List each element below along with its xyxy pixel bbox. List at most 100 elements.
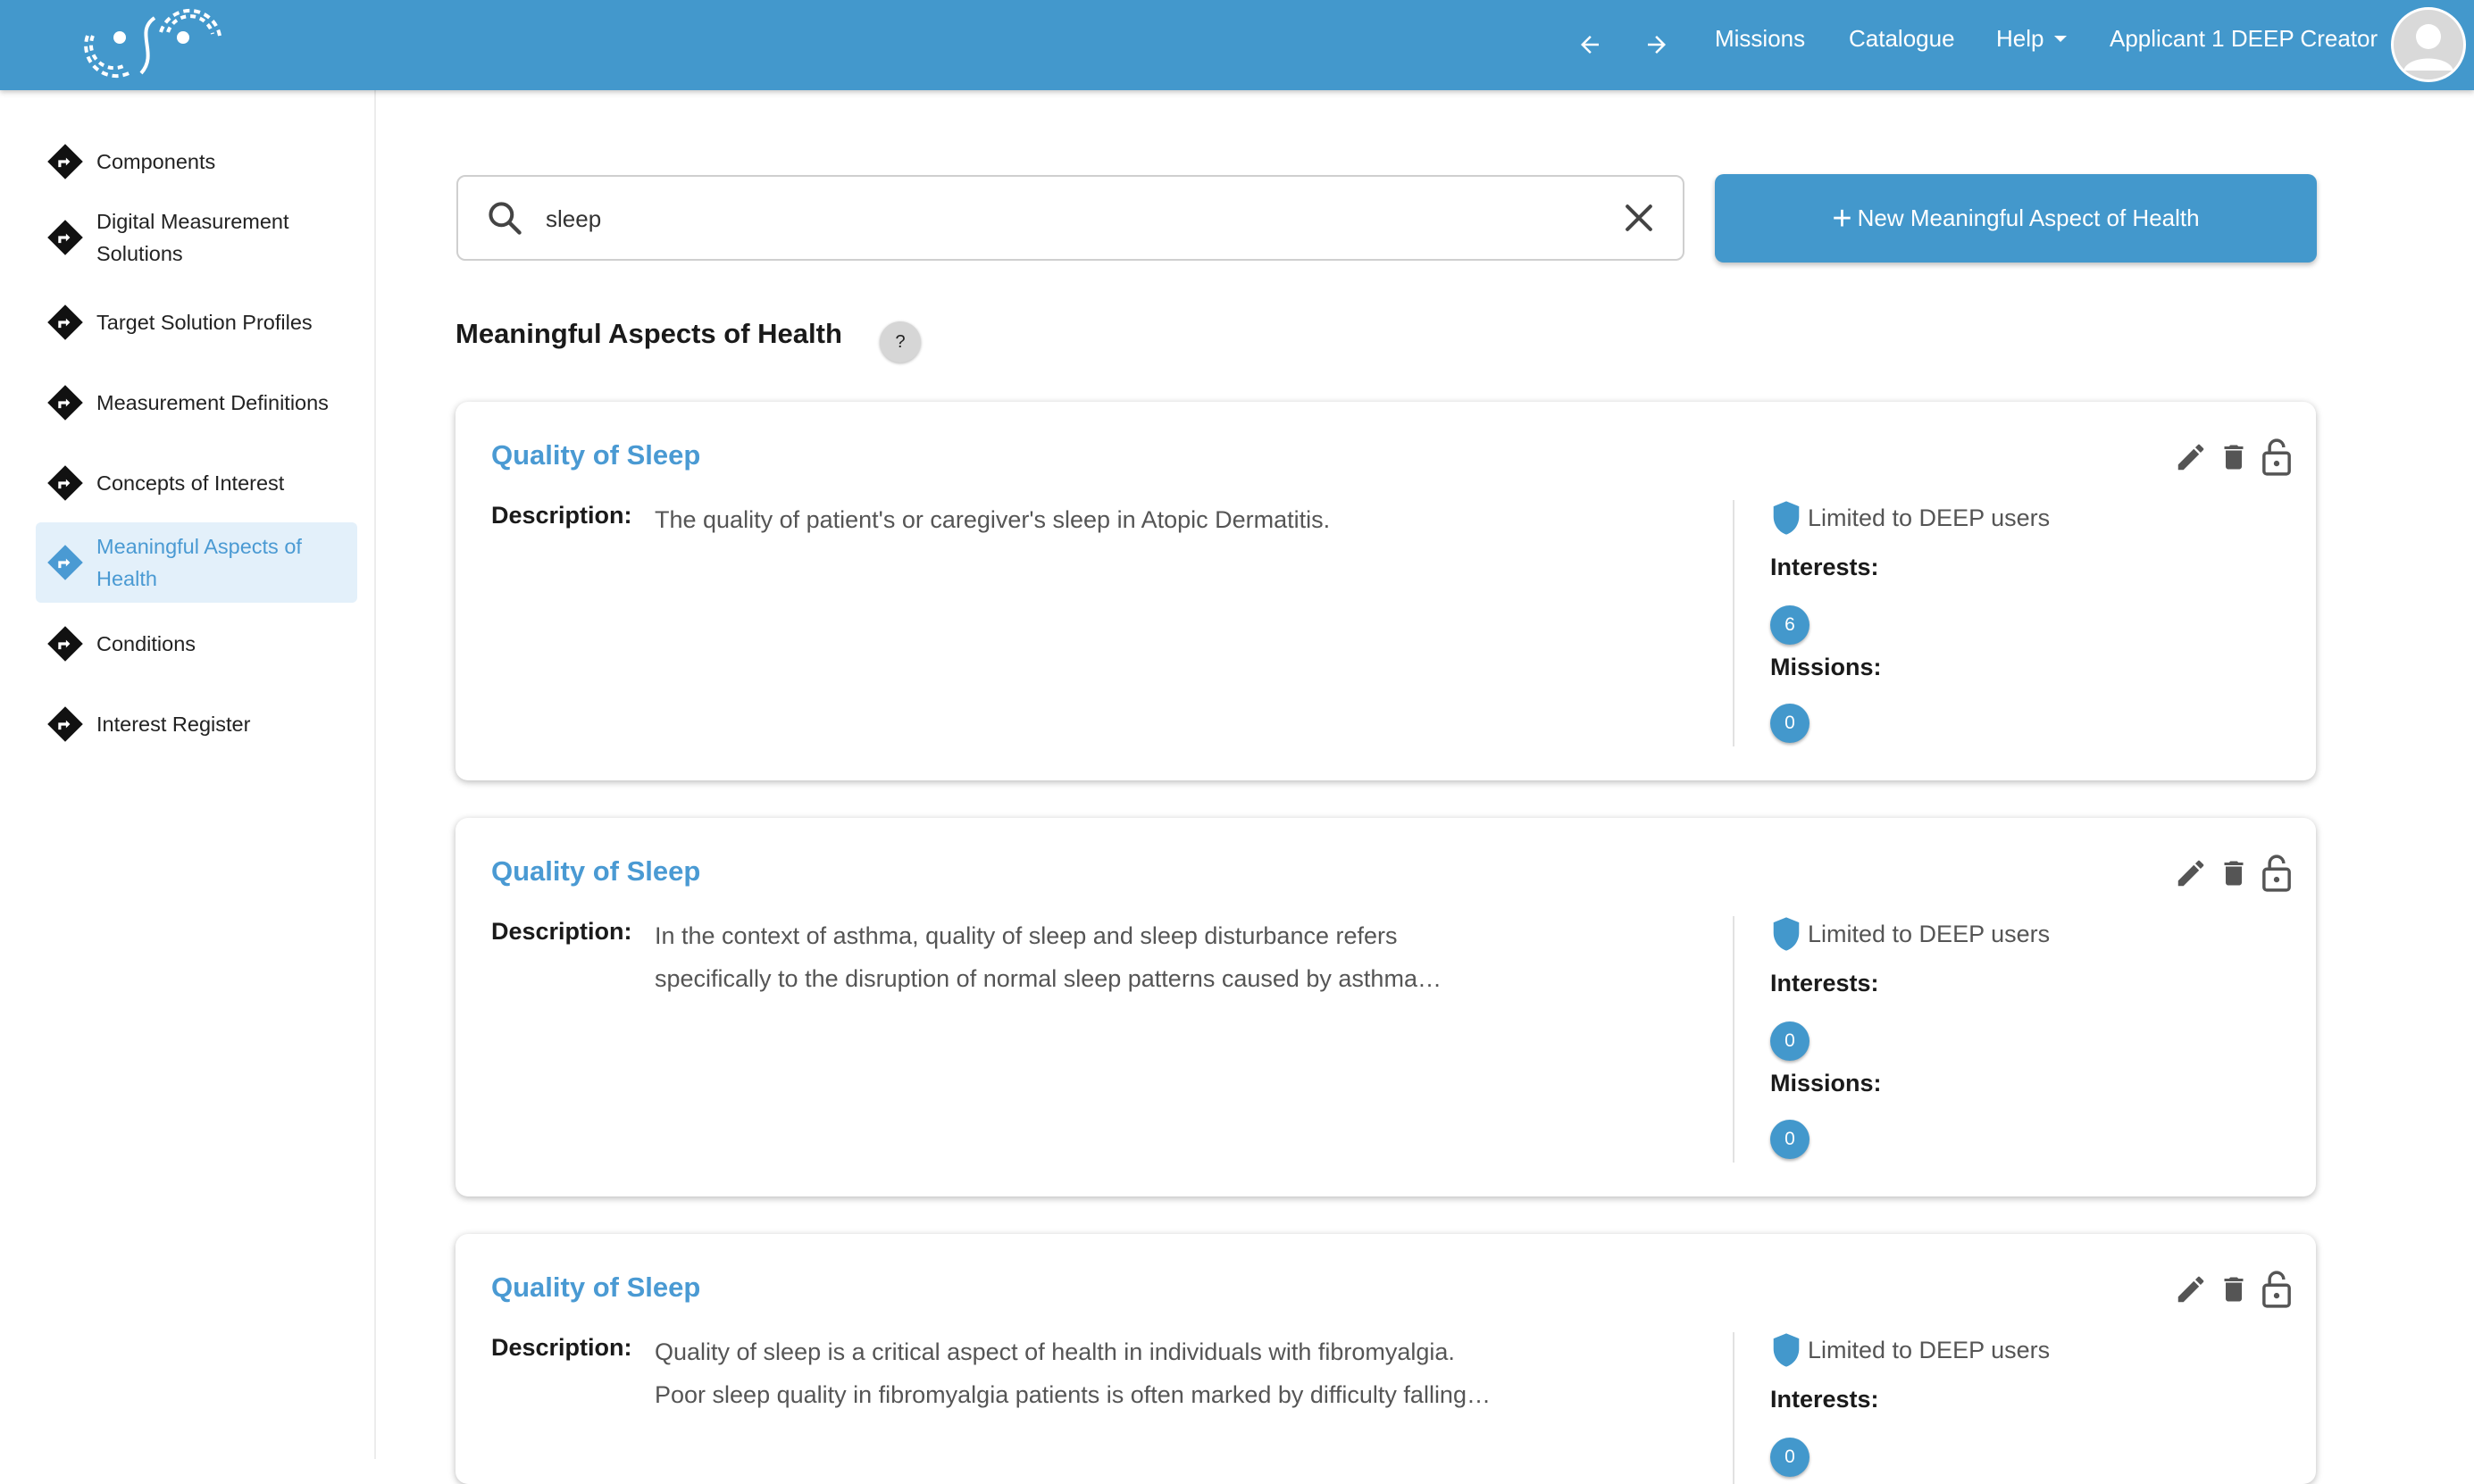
diamond-turn-right-icon: [47, 385, 83, 421]
sidebar-item-label: Target Solution Profiles: [96, 311, 313, 334]
nav-help-dropdown[interactable]: Help: [1996, 0, 2068, 77]
sidebar-item-digital-measurement-solutions[interactable]: Digital Measurement Solutions: [36, 201, 357, 274]
new-button-label: New Meaningful Aspect of Health: [1857, 204, 2200, 231]
card-title[interactable]: Quality of Sleep: [491, 855, 700, 888]
sidebar-item-target-solution-profiles[interactable]: Target Solution Profiles: [36, 299, 357, 346]
forward-button[interactable]: [1632, 20, 1682, 70]
edit-button[interactable]: [2173, 438, 2209, 477]
diamond-turn-right-icon: [47, 626, 83, 662]
sidebar-item-conditions[interactable]: Conditions: [36, 621, 357, 667]
sidebar: Components Digital Measurement Solutions…: [0, 90, 376, 1459]
edit-button[interactable]: [2173, 1270, 2209, 1309]
description-line: specifically to the disruption of normal…: [655, 965, 1442, 992]
maoh-card: Quality of Sleep Description: In the con…: [456, 818, 2316, 1196]
unlock-icon: [2262, 855, 2291, 892]
missions-count-badge[interactable]: 0: [1770, 1120, 1810, 1159]
search-icon: [489, 202, 522, 235]
interests-count-badge[interactable]: 6: [1770, 605, 1810, 645]
missions-label: Missions:: [1770, 654, 1882, 680]
card-divider: [1733, 916, 1734, 1163]
page-title: Meaningful Aspects of Health: [456, 318, 842, 349]
card-actions: [2173, 854, 2294, 893]
pencil-icon: [2177, 860, 2204, 887]
description-label: Description:: [491, 1334, 632, 1361]
pencil-icon: [2177, 444, 2204, 471]
unlock-icon: [2262, 1271, 2291, 1308]
close-icon[interactable]: [1619, 198, 1659, 238]
new-meaningful-aspect-button[interactable]: + New Meaningful Aspect of Health: [1715, 174, 2317, 263]
description-text: The quality of patient's or caregiver's …: [655, 498, 1548, 541]
lock-button[interactable]: [2259, 854, 2294, 893]
shield-icon: [1773, 1333, 1800, 1367]
arrow-right-icon: [1648, 36, 1666, 54]
card-divider: [1733, 500, 1734, 746]
interests-count-badge[interactable]: 0: [1770, 1438, 1810, 1477]
user-name[interactable]: Applicant 1 DEEP Creator: [2110, 0, 2378, 77]
nav-help-label: Help: [1996, 25, 2044, 52]
access-status-label: Limited to DEEP users: [1808, 504, 2051, 531]
lock-button[interactable]: [2259, 1270, 2294, 1309]
diamond-turn-right-icon: [47, 144, 83, 179]
delete-button[interactable]: [2216, 438, 2252, 477]
missions-count-badge[interactable]: 0: [1770, 704, 1810, 743]
trash-icon: [2224, 861, 2244, 886]
description-label: Description:: [491, 918, 632, 945]
card-divider: [1733, 1332, 1734, 1484]
shield-icon: [1773, 917, 1800, 951]
access-status-label: Limited to DEEP users: [1808, 1336, 2051, 1363]
card-title[interactable]: Quality of Sleep: [491, 439, 700, 471]
access-status-label: Limited to DEEP users: [1808, 920, 2051, 947]
sidebar-item-label: Conditions: [96, 632, 196, 655]
maoh-card: Quality of Sleep Description: Quality of…: [456, 1234, 2316, 1484]
sidebar-item-concepts-of-interest[interactable]: Concepts of Interest: [36, 460, 357, 506]
sidebar-item-interest-register[interactable]: Interest Register: [36, 701, 357, 747]
description-line: Quality of sleep is a critical aspect of…: [655, 1338, 1455, 1365]
interests-count-badge[interactable]: 0: [1770, 1021, 1810, 1061]
diamond-turn-right-icon: [47, 465, 83, 501]
top-navbar: Missions Catalogue Help Applicant 1 DEEP…: [0, 0, 2474, 90]
arrow-left-icon: [1581, 36, 1599, 54]
user-avatar-icon[interactable]: [2391, 7, 2466, 82]
plus-icon: +: [1832, 199, 1852, 238]
delete-button[interactable]: [2216, 1270, 2252, 1309]
search-bar: [456, 175, 1684, 261]
lock-button[interactable]: [2259, 438, 2294, 477]
card-title[interactable]: Quality of Sleep: [491, 1271, 700, 1304]
sidebar-item-label: Digital Measurement Solutions: [96, 210, 289, 265]
search-input[interactable]: [544, 195, 1575, 243]
delete-button[interactable]: [2216, 854, 2252, 893]
edit-button[interactable]: [2173, 854, 2209, 893]
trash-icon: [2224, 445, 2244, 470]
sidebar-item-meaningful-aspects-of-health[interactable]: Meaningful Aspects of Health: [36, 522, 357, 603]
access-status: Limited to DEEP users: [1770, 500, 2050, 536]
interests-label: Interests:: [1770, 554, 1879, 580]
sidebar-item-label: Concepts of Interest: [96, 471, 285, 495]
sidebar-item-label: Measurement Definitions: [96, 391, 329, 414]
sidebar-item-label: Meaningful Aspects of Health: [96, 535, 302, 590]
nav-missions[interactable]: Missions: [1715, 0, 1805, 77]
access-status: Limited to DEEP users: [1770, 916, 2050, 952]
diamond-turn-right-icon: [47, 304, 83, 340]
help-button[interactable]: ?: [880, 321, 921, 363]
sidebar-item-label: Interest Register: [96, 713, 251, 736]
description-line: The quality of patient's or caregiver's …: [655, 506, 1331, 533]
nav-catalogue[interactable]: Catalogue: [1849, 0, 1955, 77]
diamond-turn-right-icon: [47, 545, 83, 580]
back-button[interactable]: [1565, 20, 1615, 70]
sidebar-item-measurement-definitions[interactable]: Measurement Definitions: [36, 379, 357, 426]
description-line: Poor sleep quality in fibromyalgia patie…: [655, 1381, 1491, 1408]
description-text: Quality of sleep is a critical aspect of…: [655, 1330, 1548, 1416]
description-line: In the context of asthma, quality of sle…: [655, 922, 1398, 949]
unlock-icon: [2262, 438, 2291, 476]
interests-label: Interests:: [1770, 970, 1879, 996]
deep-logo-icon[interactable]: [79, 0, 230, 80]
card-actions: [2173, 1270, 2294, 1309]
sidebar-item-components[interactable]: Components: [36, 138, 357, 185]
description-label: Description:: [491, 502, 632, 529]
diamond-turn-right-icon: [47, 220, 83, 255]
diamond-turn-right-icon: [47, 706, 83, 742]
access-status: Limited to DEEP users: [1770, 1332, 2050, 1368]
sidebar-item-label: Components: [96, 150, 216, 173]
trash-icon: [2224, 1277, 2244, 1302]
interests-label: Interests:: [1770, 1386, 1879, 1413]
